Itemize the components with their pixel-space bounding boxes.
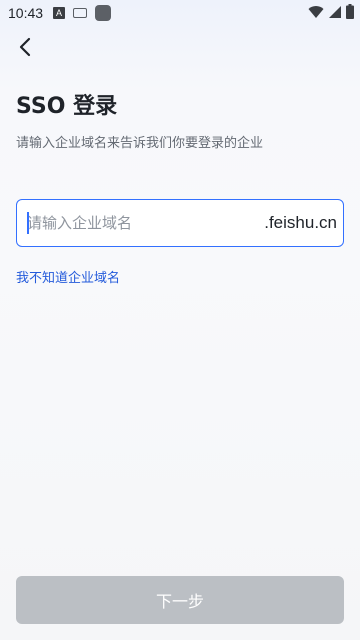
domain-suffix: .feishu.cn — [264, 213, 337, 232]
back-button[interactable] — [10, 32, 40, 62]
app-icon — [95, 5, 112, 21]
a-notification-icon: A — [53, 7, 66, 19]
page-subtitle: 请输入企业域名来告诉我们你要登录的企业 — [16, 136, 264, 151]
domain-input[interactable] — [17, 200, 265, 246]
next-button[interactable]: 下一步 — [16, 576, 344, 624]
wifi-icon — [308, 5, 324, 18]
status-bar: 10:43 A — [0, 0, 360, 26]
text-cursor — [27, 212, 29, 234]
page-title: SSO 登录 — [16, 94, 118, 119]
keyboard-icon — [73, 8, 88, 18]
battery-icon — [346, 4, 354, 19]
domain-input-container[interactable]: .feishu.cn — [16, 199, 344, 247]
status-indicators — [308, 4, 354, 19]
chevron-left-icon — [19, 37, 31, 57]
signal-icon — [329, 5, 341, 18]
forgot-domain-link[interactable]: 我不知道企业域名 — [16, 267, 120, 286]
status-time: 10:43 — [8, 5, 44, 21]
